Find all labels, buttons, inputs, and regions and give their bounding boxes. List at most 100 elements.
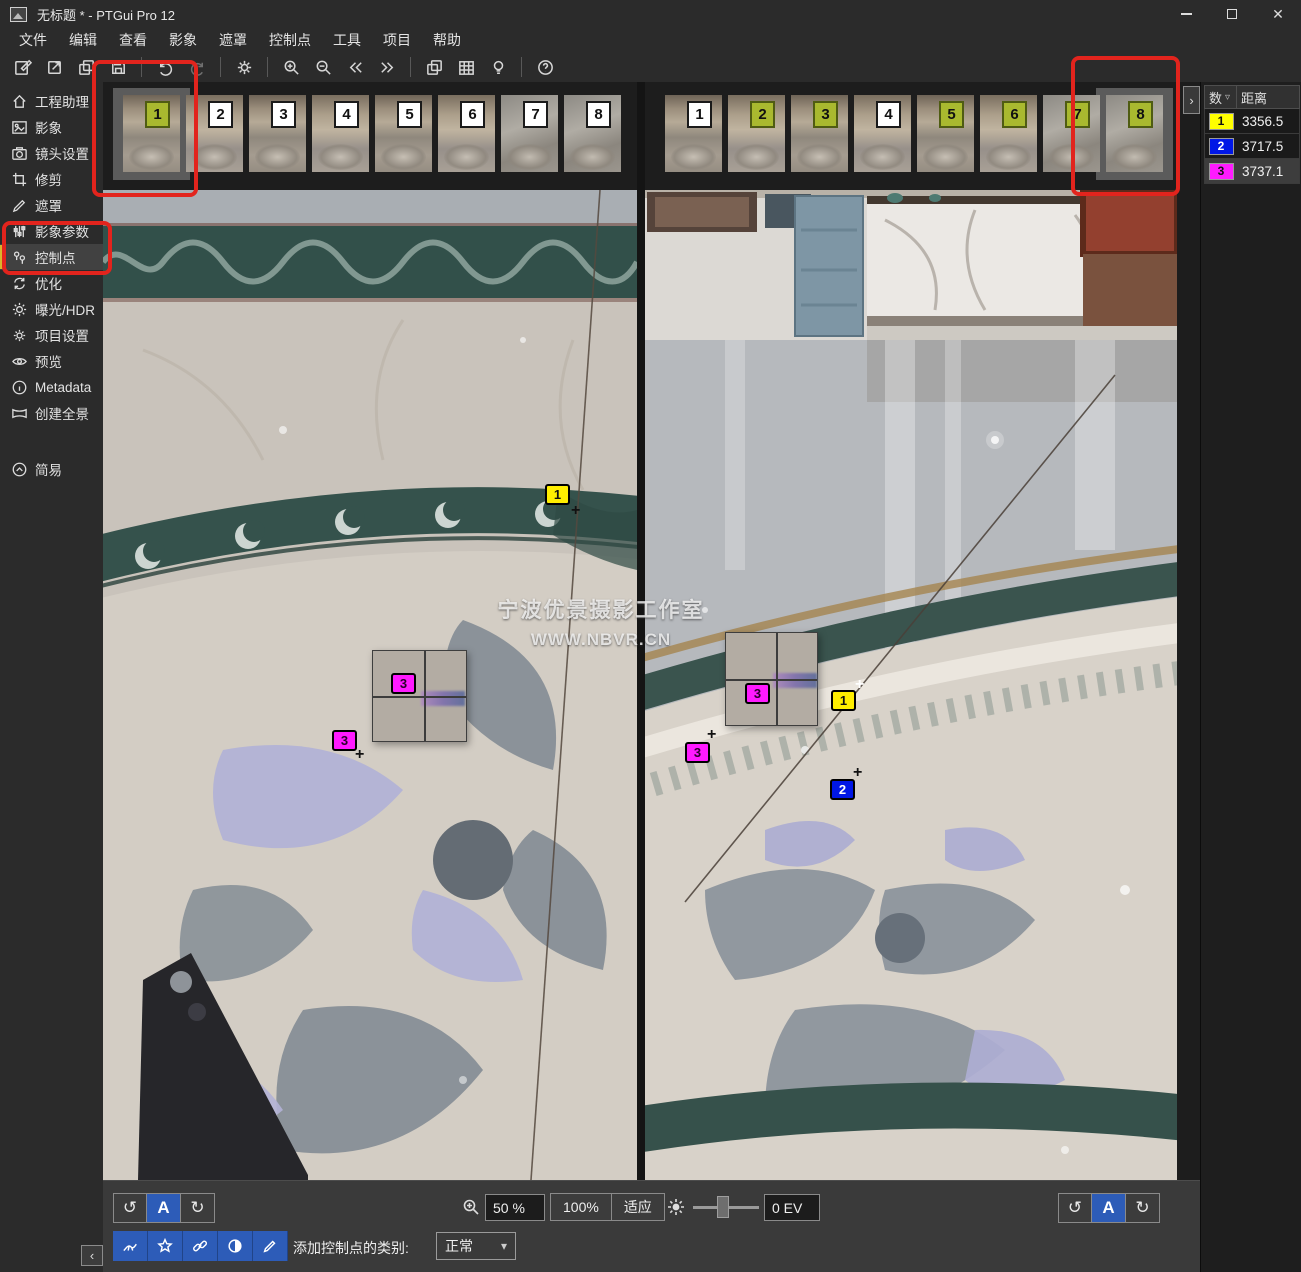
cp-table-row-2[interactable]: 2 3717.5 [1204, 134, 1300, 159]
close-button[interactable]: ✕ [1255, 0, 1301, 28]
panorama-editor-button[interactable] [421, 54, 447, 80]
rewind-icon [346, 58, 365, 77]
sidebar-item-control-points[interactable]: 控制点 [0, 244, 103, 270]
minimize-button[interactable] [1163, 0, 1209, 28]
thumb-badge: 6 [460, 101, 485, 128]
maximize-button[interactable] [1209, 0, 1255, 28]
menu-help[interactable]: 帮助 [422, 28, 472, 52]
help-button[interactable] [532, 54, 558, 80]
rotate-left-image-cw-button[interactable]: ↻ [181, 1193, 215, 1223]
menu-view[interactable]: 查看 [108, 28, 158, 52]
duplicate-button[interactable] [73, 54, 99, 80]
collapse-panel-button[interactable]: ‹ [81, 1245, 103, 1266]
crop-icon [11, 171, 28, 188]
left-strip-thumb-2[interactable]: 2 [186, 95, 243, 172]
lamp-icon [489, 58, 508, 77]
cp-table-header-number[interactable]: 数▿ [1205, 86, 1237, 108]
undo-button[interactable] [152, 54, 178, 80]
sidebar-item-project-settings[interactable]: 项目设置 [0, 322, 103, 348]
settings-button[interactable] [231, 54, 257, 80]
strip-expander-button[interactable]: › [1183, 86, 1200, 114]
redo-button[interactable] [184, 54, 210, 80]
sidebar-item-preview[interactable]: 预览 [0, 348, 103, 374]
rotate-right-image-cw-button[interactable]: ↻ [1126, 1193, 1160, 1223]
menu-images[interactable]: 影象 [158, 28, 208, 52]
sidebar-item-optimize[interactable]: 优化 [0, 270, 103, 296]
left-strip-thumb-7[interactable]: 7 [501, 95, 558, 172]
sidebar-item-lens-settings[interactable]: 镜头设置 [0, 140, 103, 166]
open-project-button[interactable] [41, 54, 67, 80]
mask-tool-button[interactable] [253, 1231, 288, 1261]
next-pair-button[interactable] [374, 54, 400, 80]
left-strip-thumb-6[interactable]: 6 [438, 95, 495, 172]
cp-table-row-1[interactable]: 1 3356.5 [1204, 109, 1300, 134]
ev-brightness-slider[interactable] [693, 1196, 759, 1218]
control-point-3-patch-right[interactable]: 3 [745, 683, 770, 704]
cp-table-row-3[interactable]: 3 3737.1 [1204, 159, 1300, 184]
menu-mask[interactable]: 遮罩 [208, 28, 258, 52]
ev-value-input[interactable] [764, 1194, 820, 1221]
zoom-in-button[interactable] [278, 54, 304, 80]
zoom-fit-button[interactable]: 适应 [612, 1193, 665, 1221]
menu-project[interactable]: 项目 [372, 28, 422, 52]
left-strip-thumb-3[interactable]: 3 [249, 95, 306, 172]
sidebar-item-metadata[interactable]: Metadata [0, 374, 103, 400]
left-strip-thumb-8[interactable]: 8 [564, 95, 621, 172]
left-strip-thumb-4[interactable]: 4 [312, 95, 369, 172]
menu-control-points[interactable]: 控制点 [258, 28, 322, 52]
contrast-icon [226, 1237, 244, 1255]
right-strip-thumb-3[interactable]: 3 [791, 95, 848, 172]
contrast-enhance-button[interactable] [218, 1231, 253, 1261]
new-project-button[interactable] [9, 54, 35, 80]
sidebar-item-image-parameters[interactable]: 影象参数 [0, 218, 103, 244]
sidebar-item-crop[interactable]: 修剪 [0, 166, 103, 192]
cp-table-header-distance[interactable]: 距离 [1237, 86, 1299, 108]
zoom-100-button[interactable]: 100% [550, 1193, 612, 1221]
rotate-left-image-ccw-button[interactable]: ↺ [113, 1193, 147, 1223]
control-point-1-left[interactable]: 1 [545, 484, 570, 505]
right-strip-thumb-6[interactable]: 6 [980, 95, 1037, 172]
menu-file[interactable]: 文件 [8, 28, 58, 52]
right-strip-thumb-5[interactable]: 5 [917, 95, 974, 172]
right-strip-thumb-2[interactable]: 2 [728, 95, 785, 172]
left-image-viewer[interactable]: 3 1 + 3 + [103, 190, 637, 1180]
control-point-3-right[interactable]: 3 [685, 742, 710, 763]
cp-type-dropdown[interactable]: 正常 ▾ [436, 1232, 516, 1260]
auto-orientation-right-button[interactable]: A [1092, 1193, 1126, 1223]
control-point-3-left[interactable]: 3 [332, 730, 357, 751]
sidebar-item-images[interactable]: 影象 [0, 114, 103, 140]
previous-pair-button[interactable] [342, 54, 368, 80]
show-all-cp-button[interactable] [148, 1231, 183, 1261]
right-strip-thumb-7[interactable]: 7 [1043, 95, 1100, 172]
sidebar-item-project-assistant[interactable]: 工程助理 [0, 88, 103, 114]
camera-icon [11, 145, 28, 162]
right-strip-thumb-8[interactable]: 8 [1106, 95, 1163, 172]
sidebar-item-exposure-hdr[interactable]: 曝光/HDR [0, 296, 103, 322]
zoom-out-button[interactable] [310, 54, 336, 80]
rotate-right-image-ccw-button[interactable]: ↺ [1058, 1193, 1092, 1223]
right-image-viewer[interactable]: 3 1 + 3 + 2 + [645, 190, 1177, 1180]
right-strip-thumb-1[interactable]: 1 [665, 95, 722, 172]
sidebar-item-mask[interactable]: 遮罩 [0, 192, 103, 218]
save-button[interactable] [105, 54, 131, 80]
hint-lamp-button[interactable] [485, 54, 511, 80]
cp-cross-marker: + [855, 680, 864, 690]
auto-orientation-left-button[interactable]: A [147, 1193, 181, 1223]
right-strip-thumb-4[interactable]: 4 [854, 95, 911, 172]
gear-icon [11, 327, 28, 344]
control-point-1-right[interactable]: 1 [831, 690, 856, 711]
menu-tools[interactable]: 工具 [322, 28, 372, 52]
left-strip-thumb-1[interactable]: 1 [123, 95, 180, 172]
left-strip-thumb-5[interactable]: 5 [375, 95, 432, 172]
control-point-3-patch-left[interactable]: 3 [391, 673, 416, 694]
toolbar-separator [220, 57, 221, 77]
sidebar-item-easy-mode[interactable]: 简易 [0, 456, 103, 482]
detail-grid-button[interactable] [453, 54, 479, 80]
sidebar-item-create-panorama[interactable]: 创建全景 [0, 400, 103, 426]
zoom-percent-input[interactable] [485, 1194, 545, 1221]
control-point-2-right[interactable]: 2 [830, 779, 855, 800]
link-views-button[interactable] [183, 1231, 218, 1261]
slider-handle[interactable] [717, 1196, 729, 1218]
menu-edit[interactable]: 编辑 [58, 28, 108, 52]
auto-add-cp-button[interactable] [113, 1231, 148, 1261]
